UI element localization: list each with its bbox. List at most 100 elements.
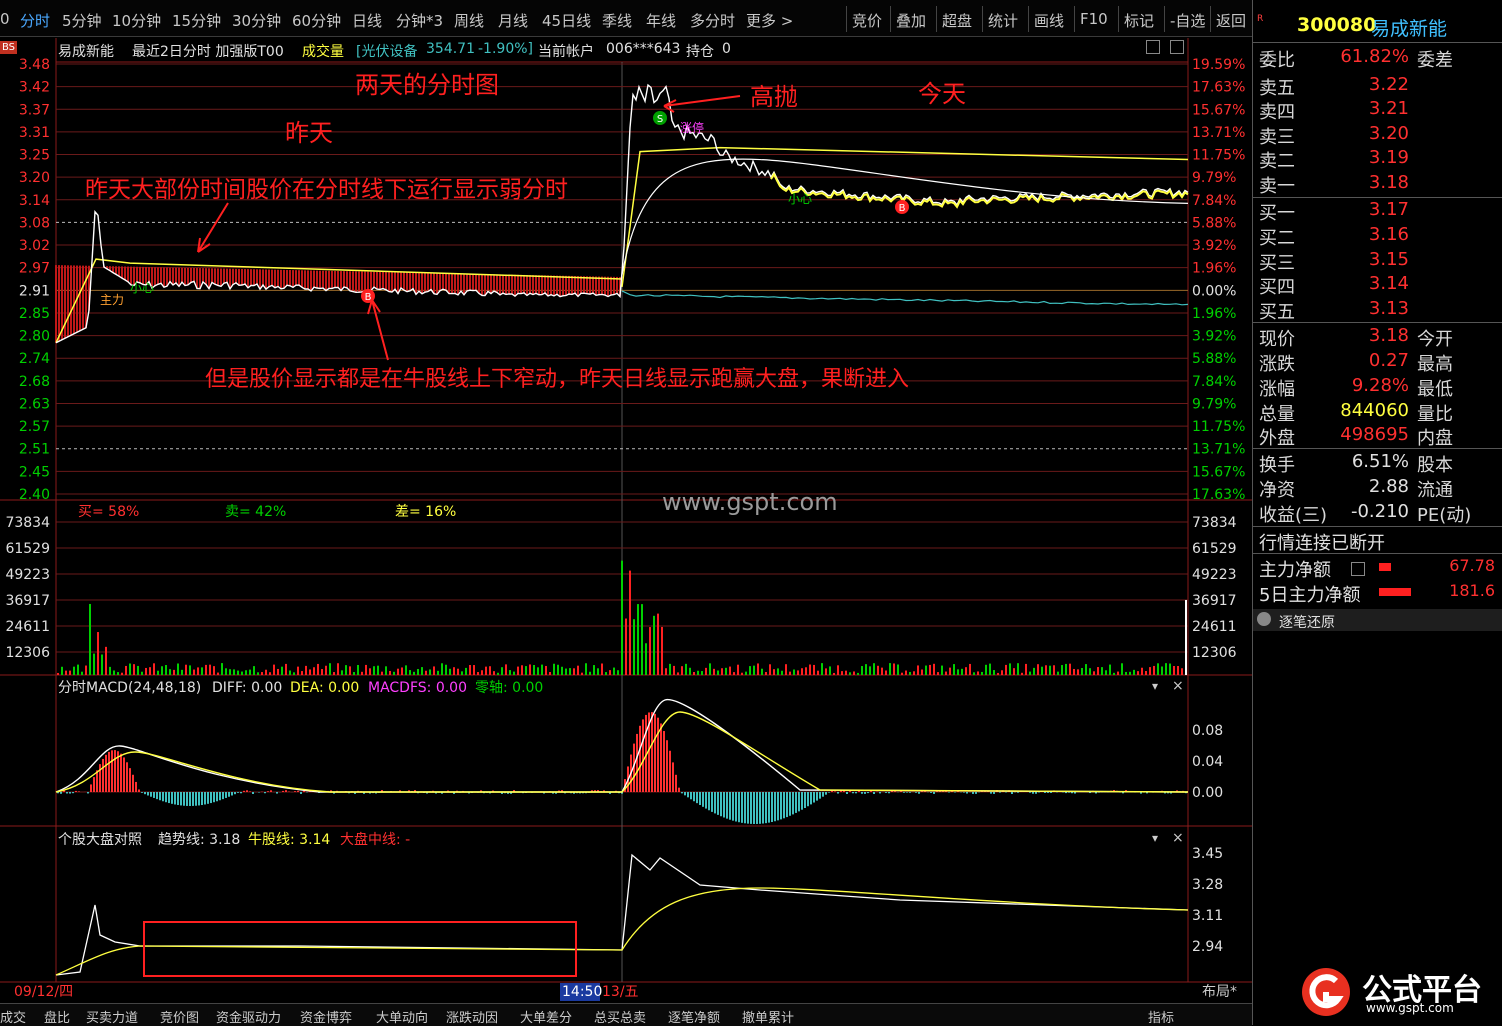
bottom-tab-3[interactable]: 竞价图 <box>160 1007 199 1026</box>
period-tab-13[interactable]: 年线 <box>646 10 676 31</box>
toolbar-separator <box>936 6 937 32</box>
period-tab-8[interactable]: 分钟*3 <box>396 10 443 31</box>
quote-value: 3.18 <box>1368 325 1409 346</box>
index-line <box>621 290 1189 306</box>
pct-label: 11.75% <box>1192 148 1245 164</box>
price-label: 3.42 <box>19 80 50 96</box>
period-tab-11[interactable]: 45日线 <box>542 10 591 31</box>
buy-marker-label: B <box>365 292 372 303</box>
pct-label: 7.84% <box>1192 374 1236 390</box>
period-tab-5[interactable]: 30分钟 <box>232 10 281 31</box>
period-tab-10[interactable]: 月线 <box>498 10 528 31</box>
period-tab-4[interactable]: 15分钟 <box>172 10 221 31</box>
pct-label: 5.88% <box>1192 215 1236 231</box>
quote-value: 0.27 <box>1368 350 1409 371</box>
arrow-bull <box>367 299 389 361</box>
quote-label: 委比 <box>1259 50 1295 71</box>
chart-area[interactable]: 3.48 19.59%3.42 17.63%3.37 15.67%3.31 13.71%… <box>0 0 1252 1003</box>
period-tab-7[interactable]: 日线 <box>352 10 382 31</box>
diff-ratio: 差= 16% <box>395 504 456 520</box>
period-tab-3[interactable]: 10分钟 <box>112 10 161 31</box>
sector-name[interactable]: [光伏设备 <box>356 41 417 61</box>
annotation-two-days: 两天的分时图 <box>355 71 499 99</box>
quote-label: 净资 <box>1259 480 1295 501</box>
quote-value: 3.18 <box>1368 172 1409 193</box>
bottom-tab-6[interactable]: 大单动向 <box>376 1007 428 1026</box>
period-tab-9[interactable]: 周线 <box>454 10 484 31</box>
price-label: 3.02 <box>19 238 50 254</box>
toolbar-button-7[interactable]: -自选 <box>1170 10 1205 31</box>
toolbar-button-5[interactable]: F10 <box>1080 10 1108 28</box>
bottom-tab-10[interactable]: 逐笔净额 <box>668 1007 720 1026</box>
price-label: 3.25 <box>19 148 50 164</box>
main5-value: 181.6 <box>1449 581 1495 600</box>
bottom-tab-11[interactable]: 撤单累计 <box>742 1007 794 1026</box>
period-tab-6[interactable]: 60分钟 <box>292 10 341 31</box>
macd-dea: DEA: 0.00 <box>290 680 359 696</box>
volume-label: 24611 <box>5 619 50 635</box>
bottom-tab-2[interactable]: 买卖力道 <box>86 1007 138 1026</box>
price-label: 3.37 <box>19 102 50 118</box>
bottom-tab-1[interactable]: 盘比 <box>44 1007 70 1026</box>
toolbar-button-8[interactable]: 返回 <box>1216 10 1246 31</box>
toolbar-button-6[interactable]: 标记 <box>1124 10 1154 31</box>
period-tab-2[interactable]: 5分钟 <box>62 10 102 31</box>
period-tab-0[interactable]: 0 <box>0 10 10 28</box>
quote-label: 买三 <box>1259 253 1295 274</box>
period-tab-12[interactable]: 季线 <box>602 10 632 31</box>
quote-value: 3.13 <box>1368 298 1409 319</box>
table-icon[interactable] <box>1351 562 1365 576</box>
annotation-high-sell: 高抛 <box>750 83 798 111</box>
quote-label: 买四 <box>1259 277 1295 298</box>
macd-axis-label: 0.00 <box>1192 785 1223 801</box>
quote-label-2: 流通 <box>1417 480 1453 501</box>
quote-label: 买二 <box>1259 228 1295 249</box>
bottom-tab-8[interactable]: 大单差分 <box>520 1007 572 1026</box>
compare-title: 个股大盘对照 <box>58 831 142 848</box>
toolbar-button-1[interactable]: 叠加 <box>896 10 926 31</box>
quote-value: 9.28% <box>1351 375 1409 396</box>
period-tab-1[interactable]: 分时 <box>20 10 50 31</box>
index-tab[interactable]: 指标 <box>1148 1007 1174 1026</box>
bottom-tab-4[interactable]: 资金驱动力 <box>216 1007 281 1026</box>
logo: 公式平台 www.gspt.com <box>1296 965 1496 1019</box>
price-label: 2.57 <box>19 419 50 435</box>
bs-badge[interactable]: BS <box>0 41 18 54</box>
volume-label-right: 36917 <box>1192 593 1237 609</box>
volume-label: 成交量 <box>302 44 344 60</box>
quote-label-2: 最高 <box>1417 354 1453 375</box>
quote-value: 3.17 <box>1368 199 1409 220</box>
period-tab-15[interactable]: 更多 > <box>746 10 793 31</box>
r-icon: R <box>1257 14 1264 24</box>
toolbar-button-2[interactable]: 超盘 <box>942 10 972 31</box>
bottom-tab-7[interactable]: 涨跌动因 <box>446 1007 498 1026</box>
pct-label: 17.63% <box>1192 487 1245 503</box>
compare-axis-label: 3.28 <box>1192 877 1223 893</box>
bottom-tab-5[interactable]: 资金博弈 <box>300 1007 352 1026</box>
toolbar-button-3[interactable]: 统计 <box>988 10 1018 31</box>
toolbar-separator <box>1028 6 1029 32</box>
expand-icon[interactable] <box>1146 40 1160 54</box>
toolbar-button-0[interactable]: 竞价 <box>852 10 882 31</box>
period-tab-14[interactable]: 多分时 <box>690 10 735 31</box>
macd-fs: MACDFS: 0.00 <box>368 680 467 696</box>
restore-row[interactable]: 逐笔还原 <box>1253 609 1502 631</box>
avg-line-day2 <box>621 146 1189 288</box>
bottom-tab-bar: 成交 盘比 买卖力道 竞价图 资金驱动力 资金博弈 大单动向 涨跌动因 大单差分 总买总卖 逐笔净额… <box>0 1003 1252 1026</box>
volume-label: 36917 <box>5 593 50 609</box>
macd-diff: DIFF: 0.00 <box>212 680 282 696</box>
account-label: 当前帐户 <box>538 44 594 60</box>
marker-xiao-xin-2: 小心 <box>788 192 812 206</box>
toolbar-button-4[interactable]: 画线 <box>1034 10 1064 31</box>
quote-label: 买一 <box>1259 203 1295 224</box>
pct-label: 15.67% <box>1192 464 1245 480</box>
quote-value: 6.51% <box>1351 451 1409 472</box>
window-icon[interactable] <box>1170 40 1184 54</box>
bottom-tab-0[interactable]: 成交 <box>0 1007 26 1026</box>
quote-label-2: 内盘 <box>1417 428 1453 449</box>
toolbar-separator <box>1164 6 1165 32</box>
bottom-tab-9[interactable]: 总买总卖 <box>594 1007 646 1026</box>
buy-marker-label-2: B <box>899 203 906 214</box>
annotation-weak: 昨天大部份时间股价在分时线下运行显示弱分时 <box>85 177 568 203</box>
quote-label: 卖四 <box>1259 102 1295 123</box>
